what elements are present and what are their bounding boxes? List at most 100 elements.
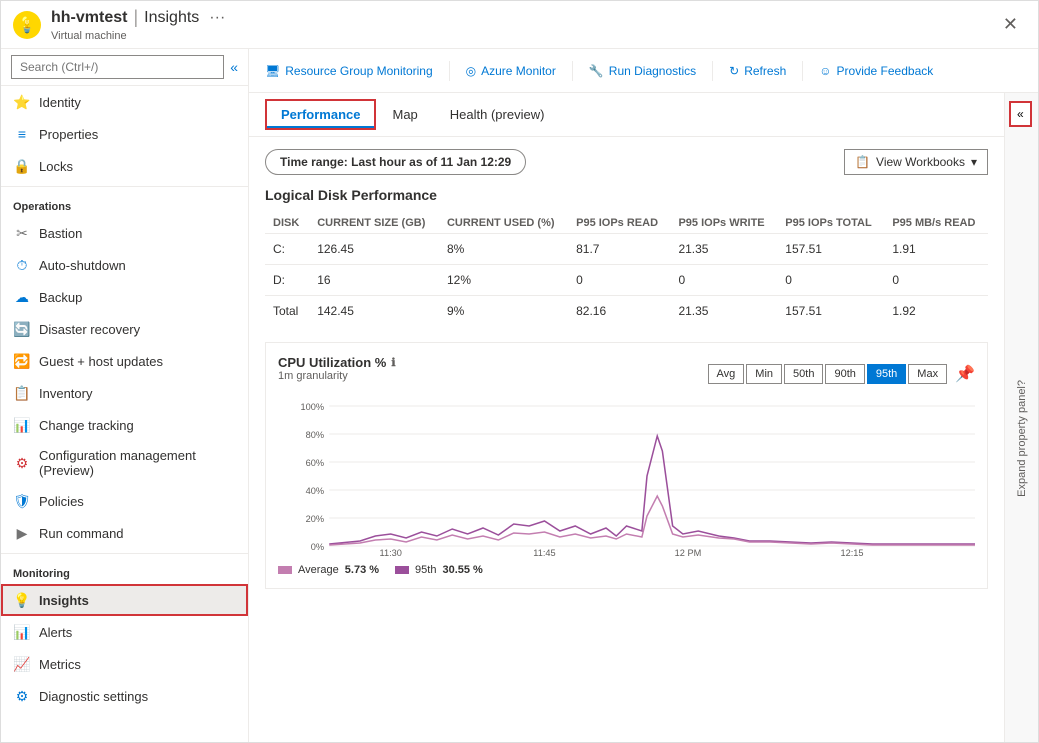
col-used: CURRENT USED (%): [439, 213, 568, 234]
95th-value: 30.55 %: [442, 564, 482, 576]
50th-button[interactable]: 50th: [784, 364, 823, 384]
alerts-icon: 📊: [13, 623, 31, 641]
change-tracking-icon: 📊: [13, 416, 31, 434]
cpu-granularity-label: 1m granularity: [278, 370, 396, 382]
time-range-pill[interactable]: Time range: Last hour as of 11 Jan 12:29: [265, 149, 526, 175]
metrics-icon: 📈: [13, 655, 31, 673]
sidebar-item-metrics[interactable]: 📈 Metrics: [1, 648, 248, 680]
sidebar-item-locks[interactable]: 🔒 Locks: [1, 150, 248, 182]
azure-monitor-button[interactable]: ◎ Azure Monitor: [466, 64, 556, 78]
refresh-icon: ↻: [729, 64, 739, 78]
run-diagnostics-button[interactable]: 🔧 Run Diagnostics: [589, 64, 696, 78]
sidebar-item-label: Properties: [39, 127, 98, 142]
monitoring-section-label: Monitoring: [1, 558, 248, 584]
time-range-bar: Time range: Last hour as of 11 Jan 12:29…: [249, 137, 1004, 187]
sidebar-item-label: Policies: [39, 494, 84, 509]
sidebar-item-disaster-recovery[interactable]: 🔄 Disaster recovery: [1, 313, 248, 345]
properties-icon: ≡: [13, 125, 31, 143]
cpu-chart-title: CPU Utilization % ℹ: [278, 355, 396, 370]
min-button[interactable]: Min: [746, 364, 782, 384]
sidebar-item-bastion[interactable]: ✂ Bastion: [1, 217, 248, 249]
col-p95-read: P95 IOPs READ: [568, 213, 670, 234]
svg-text:100%: 100%: [301, 402, 325, 412]
sidebar-item-identity[interactable]: ⭐ Identity: [1, 86, 248, 118]
pin-icon[interactable]: 📌: [955, 364, 975, 384]
svg-text:12:15: 12:15: [840, 548, 863, 556]
app-title-group: hh-vmtest | Insights ··· Virtual machine: [51, 7, 225, 42]
cell-read-d: 0: [568, 265, 670, 296]
svg-text:80%: 80%: [306, 430, 324, 440]
guest-updates-icon: 🔁: [13, 352, 31, 370]
average-color-swatch: [278, 566, 292, 574]
resource-group-monitoring-button[interactable]: 🖥 Resource Group Monitoring: [265, 64, 433, 78]
cell-size-c: 126.45: [309, 234, 439, 265]
95th-button[interactable]: 95th: [867, 364, 906, 384]
backup-icon: ☁: [13, 288, 31, 306]
page-content: Performance Map Health (preview) Time ra…: [249, 93, 1004, 742]
close-button[interactable]: ✕: [995, 10, 1026, 39]
feedback-icon: ☺: [819, 64, 831, 78]
svg-text:12 PM: 12 PM: [675, 548, 702, 556]
view-workbooks-label: View Workbooks: [876, 155, 965, 169]
average-label: Average: [298, 564, 339, 576]
main-layout: « ⭐ Identity ≡ Properties 🔒 Locks Operat…: [1, 49, 1038, 742]
bastion-icon: ✂: [13, 224, 31, 242]
tabs-bar: Performance Map Health (preview): [249, 93, 1004, 137]
sidebar-item-auto-shutdown[interactable]: ⏱ Auto-shutdown: [1, 249, 248, 281]
sidebar-item-label: Diagnostic settings: [39, 689, 148, 704]
sidebar-item-configuration-management[interactable]: ⚙ Configuration management (Preview): [1, 441, 248, 485]
tab-performance[interactable]: Performance: [265, 99, 376, 130]
legend-95th: 95th 30.55 %: [395, 564, 483, 576]
vm-name: hh-vmtest: [51, 9, 127, 27]
sidebar-item-guest-host-updates[interactable]: 🔁 Guest + host updates: [1, 345, 248, 377]
refresh-button[interactable]: ↻ Refresh: [729, 64, 786, 78]
content-area: 🖥 Resource Group Monitoring ◎ Azure Moni…: [249, 49, 1038, 742]
search-input[interactable]: [11, 55, 224, 79]
chart-legend: Average 5.73 % 95th 30.55 %: [278, 564, 975, 576]
cell-total-total: 157.51: [777, 296, 884, 327]
page-name: Insights: [144, 9, 199, 27]
sidebar-item-label: Insights: [39, 593, 89, 608]
table-row: C: 126.45 8% 81.7 21.35 157.51 1.91: [265, 234, 988, 265]
sidebar-item-backup[interactable]: ☁ Backup: [1, 281, 248, 313]
identity-icon: ⭐: [13, 93, 31, 111]
svg-text:60%: 60%: [306, 458, 324, 468]
col-size: CURRENT SIZE (GB): [309, 213, 439, 234]
sidebar-item-inventory[interactable]: 📋 Inventory: [1, 377, 248, 409]
expand-panel-button[interactable]: «: [1009, 101, 1032, 127]
90th-button[interactable]: 90th: [825, 364, 864, 384]
insights-icon: 💡: [13, 591, 31, 609]
cell-total-c: 157.51: [777, 234, 884, 265]
sidebar-item-label: Disaster recovery: [39, 322, 140, 337]
sidebar-item-insights[interactable]: 💡 Insights: [1, 584, 248, 616]
sidebar-item-properties[interactable]: ≡ Properties: [1, 118, 248, 150]
col-disk: DISK: [265, 213, 309, 234]
sidebar-item-change-tracking[interactable]: 📊 Change tracking: [1, 409, 248, 441]
tab-health[interactable]: Health (preview): [434, 97, 561, 132]
cell-used-c: 8%: [439, 234, 568, 265]
cpu-chart-section: CPU Utilization % ℹ 1m granularity Avg M…: [265, 342, 988, 589]
time-range-value: Last hour as of 11 Jan 12:29: [351, 155, 511, 169]
right-panel: « Expand property panel?: [1004, 93, 1038, 742]
cpu-btn-group: Avg Min 50th 90th 95th Max: [708, 364, 948, 384]
tab-map[interactable]: Map: [376, 97, 433, 132]
view-workbooks-button[interactable]: 📋 View Workbooks ▾: [844, 149, 988, 175]
95th-label: 95th: [415, 564, 436, 576]
table-row: D: 16 12% 0 0 0 0: [265, 265, 988, 296]
avg-button[interactable]: Avg: [708, 364, 745, 384]
cpu-chart-svg: 100% 80% 60% 40% 20% 0% 11:30 11:45 12 P…: [278, 396, 975, 556]
disk-performance-title: Logical Disk Performance: [265, 187, 988, 203]
operations-section-label: Operations: [1, 191, 248, 217]
sidebar-item-run-command[interactable]: ▶ Run command: [1, 517, 248, 549]
sidebar-item-diagnostic-settings[interactable]: ⚙ Diagnostic settings: [1, 680, 248, 712]
more-options-button[interactable]: ···: [209, 9, 225, 27]
chevron-down-icon: ▾: [971, 155, 977, 169]
95th-color-swatch: [395, 566, 409, 574]
sidebar-item-alerts[interactable]: 📊 Alerts: [1, 616, 248, 648]
app-icon: 💡: [13, 11, 41, 39]
cpu-chart-header: CPU Utilization % ℹ 1m granularity Avg M…: [278, 355, 975, 392]
collapse-sidebar-button[interactable]: «: [230, 59, 238, 75]
sidebar-item-policies[interactable]: 🛡 Policies: [1, 485, 248, 517]
provide-feedback-button[interactable]: ☺ Provide Feedback: [819, 64, 933, 78]
max-button[interactable]: Max: [908, 364, 947, 384]
